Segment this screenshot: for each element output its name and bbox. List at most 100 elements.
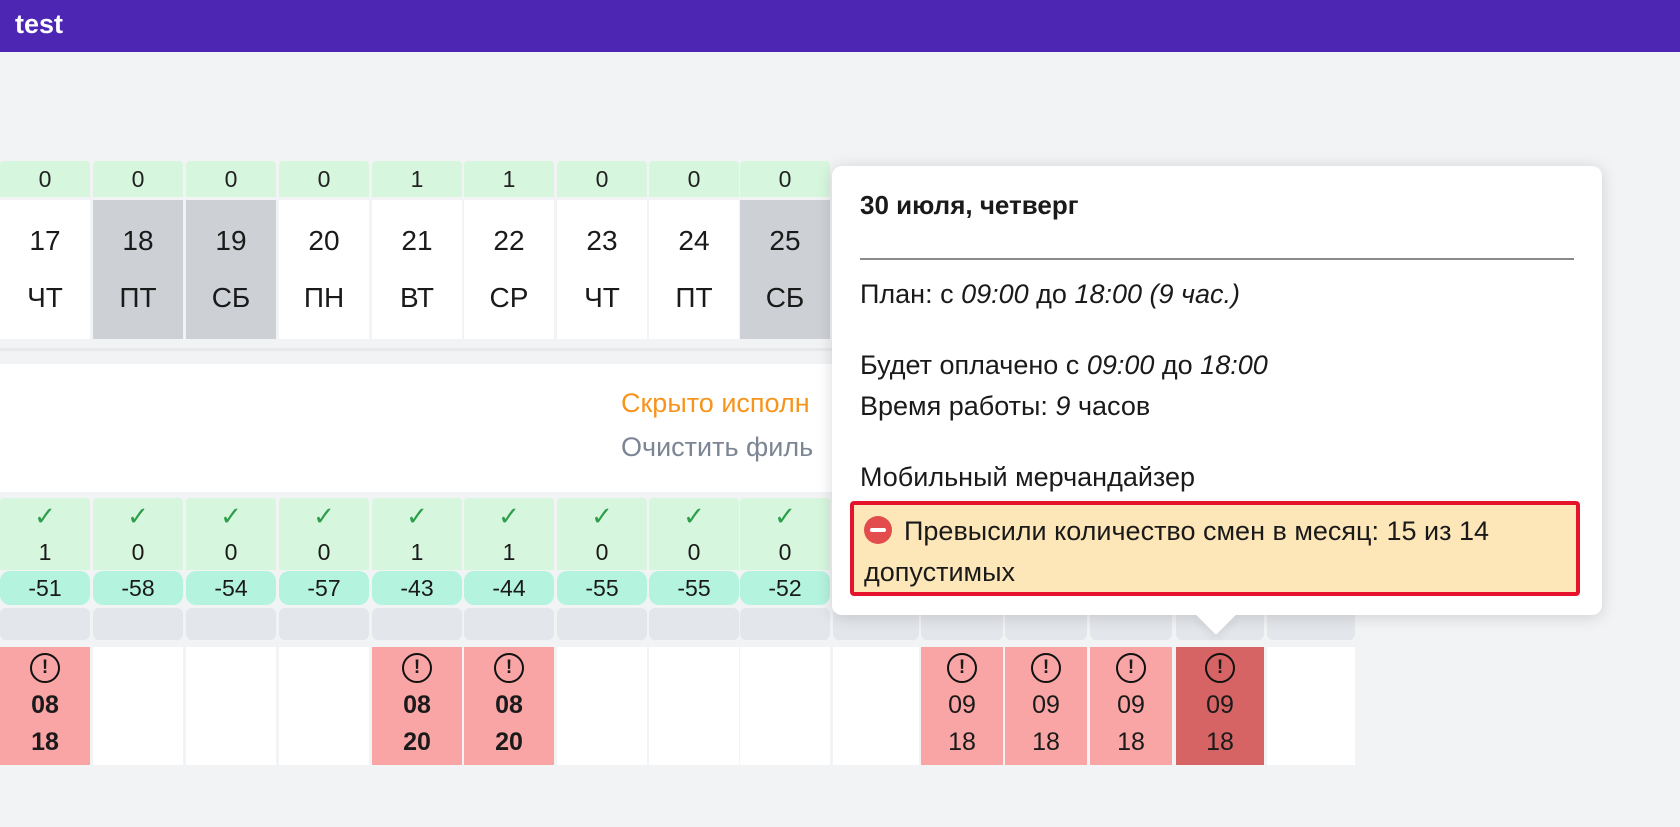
- shift-end: 20: [403, 728, 431, 756]
- shift-cell[interactable]: ! 08 20: [372, 647, 462, 765]
- day-count: 0: [0, 161, 90, 197]
- empty-row-cell: [740, 608, 830, 640]
- shift-start: 09: [948, 691, 976, 719]
- shift-cell[interactable]: ! 08 18: [0, 647, 90, 765]
- day-header[interactable]: 21 ВТ: [372, 200, 462, 339]
- day-count: 0: [557, 161, 647, 197]
- shift-cell[interactable]: [557, 647, 647, 765]
- balance-value: -55: [677, 574, 711, 601]
- shift-start: 08: [403, 691, 431, 719]
- day-number: 21: [401, 224, 433, 256]
- assigned-count: 0: [740, 534, 830, 570]
- empty-row-cell: [186, 608, 276, 640]
- shift-start: 08: [495, 691, 523, 719]
- balance-value: -44: [492, 574, 526, 601]
- shift-start: 09: [1206, 691, 1234, 719]
- shift-cell[interactable]: ! 09 18: [1176, 647, 1264, 765]
- shift-cell[interactable]: [93, 647, 183, 765]
- day-count: 1: [464, 161, 554, 197]
- empty-row-cell: [0, 608, 90, 640]
- shift-end: 20: [495, 728, 523, 756]
- assigned-value: 1: [410, 538, 424, 565]
- shift-cell[interactable]: [649, 647, 739, 765]
- shift-end: 18: [31, 728, 59, 756]
- shift-end: 18: [1032, 728, 1060, 756]
- day-of-week: ПТ: [119, 282, 157, 314]
- role-line: Мобильный мерчандайзер: [860, 462, 1196, 492]
- empty-row-cell: [279, 608, 369, 640]
- day-of-week: СР: [489, 282, 529, 314]
- balance-value: -58: [121, 574, 155, 601]
- shift-start: 09: [1117, 691, 1145, 719]
- check-cell: ✓: [649, 498, 739, 534]
- count-value: 0: [687, 165, 701, 192]
- count-value: 0: [131, 165, 145, 192]
- assigned-count: 0: [186, 534, 276, 570]
- shift-cell[interactable]: ! 09 18: [1005, 647, 1087, 765]
- balance-value: -52: [768, 574, 802, 601]
- check-cell: ✓: [372, 498, 462, 534]
- day-header[interactable]: 22 СР: [464, 200, 554, 339]
- empty-row-cell: [464, 608, 554, 640]
- day-number: 18: [122, 224, 154, 256]
- assigned-count: 1: [464, 534, 554, 570]
- shift-tooltip: 30 июля, четверг План: с 09:00 до 18:00 …: [832, 166, 1602, 635]
- day-header[interactable]: 23 ЧТ: [557, 200, 647, 339]
- balance-badge: -55: [557, 571, 647, 605]
- assigned-count: 0: [557, 534, 647, 570]
- plan-line: План: с 09:00 до 18:00 (9 час.): [860, 279, 1241, 309]
- shift-cell[interactable]: [740, 647, 830, 765]
- app-title: test: [15, 9, 64, 39]
- day-number: 23: [586, 224, 618, 256]
- day-of-week: ЧТ: [27, 282, 63, 314]
- day-of-week: ПТ: [675, 282, 713, 314]
- day-header[interactable]: 20 ПН: [279, 200, 369, 339]
- shift-cell[interactable]: [279, 647, 369, 765]
- count-value: 0: [778, 165, 792, 192]
- shift-end: 18: [948, 728, 976, 756]
- balance-badge: -55: [649, 571, 739, 605]
- assigned-count: 1: [372, 534, 462, 570]
- shift-cell[interactable]: ! 09 18: [1090, 647, 1172, 765]
- assigned-count: 1: [0, 534, 90, 570]
- day-count: 0: [186, 161, 276, 197]
- balance-badge: -57: [279, 571, 369, 605]
- balance-value: -51: [28, 574, 62, 601]
- shift-cell[interactable]: [186, 647, 276, 765]
- warning-text: Превысили количество смен в месяц: 15 из…: [864, 516, 1490, 587]
- balance-badge: -58: [93, 571, 183, 605]
- day-header[interactable]: 18 ПТ: [93, 200, 183, 339]
- assigned-value: 1: [502, 538, 516, 565]
- assigned-value: 0: [224, 538, 238, 565]
- check-cell: ✓: [0, 498, 90, 534]
- alert-circle-icon: !: [1116, 653, 1146, 683]
- day-header[interactable]: 19 СБ: [186, 200, 276, 339]
- day-number: 22: [493, 224, 525, 256]
- shift-cell[interactable]: [833, 647, 919, 765]
- check-cell: ✓: [279, 498, 369, 534]
- day-header[interactable]: 25 СБ: [740, 200, 830, 339]
- clear-filters-link[interactable]: Очистить филь: [621, 432, 813, 463]
- hidden-employees-link[interactable]: Скрыто исполн: [621, 388, 810, 419]
- balance-badge: -54: [186, 571, 276, 605]
- day-count: 0: [740, 161, 830, 197]
- shift-limit-warning: Превысили количество смен в месяц: 15 из…: [850, 501, 1580, 596]
- shift-start: 08: [31, 691, 59, 719]
- shift-cell[interactable]: ! 09 18: [921, 647, 1003, 765]
- shift-end: 18: [1117, 728, 1145, 756]
- balance-value: -55: [585, 574, 619, 601]
- assigned-value: 1: [38, 538, 52, 565]
- balance-badge: -43: [372, 571, 462, 605]
- tooltip-date: 30 июля, четверг: [860, 190, 1079, 220]
- day-number: 19: [215, 224, 247, 256]
- day-header[interactable]: 17 ЧТ: [0, 200, 90, 339]
- alert-circle-icon: !: [947, 653, 977, 683]
- assigned-value: 0: [778, 538, 792, 565]
- shift-cell[interactable]: ! 08 20: [464, 647, 554, 765]
- balance-value: -43: [400, 574, 434, 601]
- assigned-value: 0: [687, 538, 701, 565]
- day-of-week: ЧТ: [584, 282, 620, 314]
- empty-row-cell: [372, 608, 462, 640]
- day-header[interactable]: 24 ПТ: [649, 200, 739, 339]
- shift-cell[interactable]: [1267, 647, 1355, 765]
